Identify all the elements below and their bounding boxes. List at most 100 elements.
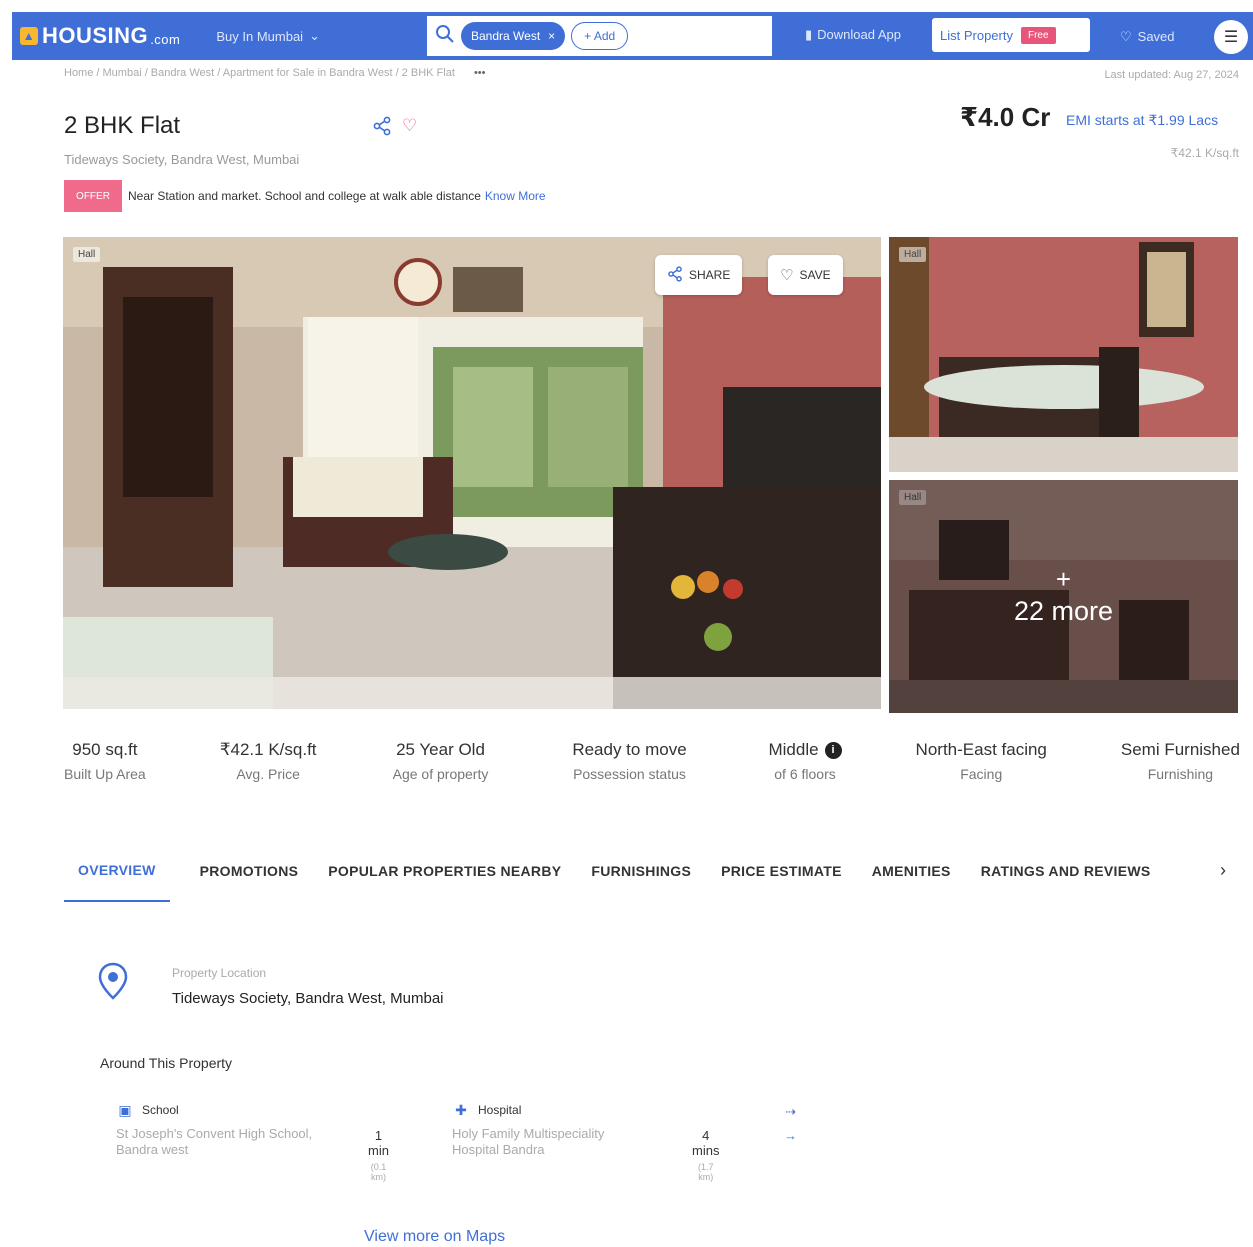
housing-logo[interactable]: ▲ HOUSING .com — [20, 23, 180, 49]
stat-facing: North-East facing Facing — [916, 740, 1047, 784]
heart-icon[interactable]: ♡ — [402, 116, 417, 141]
info-icon[interactable]: i — [824, 741, 842, 759]
around-title: Around This Property — [100, 1055, 233, 1071]
close-icon[interactable]: × — [548, 29, 555, 43]
list-property-label: List Property — [940, 27, 1013, 43]
saved-label: Saved — [1137, 29, 1175, 44]
city-dropdown-label: Buy In Mumbai — [216, 28, 304, 44]
logo-text: HOUSING — [42, 23, 149, 48]
photo-tag: Hall — [73, 247, 101, 262]
saved-link[interactable]: ♡ Saved — [1120, 29, 1175, 45]
stat-built-up-area: 950 sq.ft Built Up Area — [64, 740, 146, 784]
nearby-place-school[interactable]: ▣ School St Joseph's Convent High School… — [116, 1101, 389, 1183]
place-time: 1 min — [368, 1128, 389, 1158]
place-distance: (0.1 km) — [370, 1162, 387, 1182]
place-distance: (1.7 km) — [697, 1162, 714, 1182]
hamburger-menu-icon[interactable]: ☰ — [1214, 20, 1248, 54]
secondary-photo[interactable]: Hall — [889, 237, 1238, 472]
search-box[interactable]: Bandra West × + Add — [427, 16, 772, 56]
stat-label: Avg. Price — [236, 766, 300, 782]
share-icon — [667, 265, 683, 285]
carousel-next-button[interactable]: ⇢ → — [784, 1100, 797, 1148]
more-photos-count: 22 more — [1013, 596, 1114, 626]
stat-label: Age of property — [392, 766, 489, 782]
logo-mark-icon: ▲ — [20, 27, 38, 45]
stat-avg-price: ₹42.1 K/sq.ft Avg. Price — [220, 740, 317, 784]
tab-popular-properties-nearby[interactable]: POPULAR PROPERTIES NEARBY — [328, 861, 575, 901]
photo-share-button[interactable]: SHARE — [655, 255, 743, 295]
offer-text: Near Station and market. School and coll… — [128, 189, 481, 203]
logo-suffix: .com — [150, 31, 181, 47]
stat-label: Furnishing — [1147, 766, 1214, 782]
tab-ratings-and-reviews[interactable]: RATINGS AND REVIEWS — [981, 861, 1165, 901]
tab-promotions[interactable]: PROMOTIONS — [200, 861, 313, 901]
nearby-place-hospital[interactable]: ✚ Hospital Holy Family Multispeciality H… — [452, 1101, 719, 1183]
photo-save-label: SAVE — [799, 268, 831, 282]
search-icon[interactable] — [435, 24, 455, 49]
location-value: Tideways Society, Bandra West, Mumbai — [172, 990, 444, 1007]
stat-value: 25 Year Old — [396, 740, 485, 759]
tab-overview[interactable]: OVERVIEW — [64, 860, 170, 902]
emi-link[interactable]: EMI starts at ₹1.99 Lacs — [1066, 112, 1218, 129]
place-name: Holy Family Multispeciality Hospital Ban… — [452, 1126, 605, 1157]
more-photos-overlay: + 22 more — [889, 480, 1238, 713]
stat-furnishing: Semi Furnished Furnishing — [1121, 740, 1240, 784]
property-highlights: 950 sq.ft Built Up Area ₹42.1 K/sq.ft Av… — [64, 740, 1240, 784]
city-dropdown[interactable]: Buy In Mumbai ⌄ — [216, 28, 320, 44]
school-icon: ▣ — [118, 1101, 132, 1118]
place-name: St Joseph's Convent High School, Bandra … — [116, 1126, 313, 1157]
stat-value: Middle — [768, 740, 819, 759]
stat-value: Ready to move — [572, 740, 687, 759]
phone-icon: ▮ — [805, 27, 813, 42]
directions-icon: ⇢ — [785, 1104, 796, 1119]
offer-banner: OFFER Near Station and market. School an… — [64, 180, 546, 212]
stat-value: ₹42.1 K/sq.ft — [219, 740, 317, 759]
more-dots-icon[interactable]: ••• — [474, 67, 486, 79]
stat-label: Built Up Area — [64, 766, 146, 782]
place-category: Hospital — [478, 1103, 522, 1117]
stat-value: 950 sq.ft — [72, 740, 138, 759]
breadcrumb[interactable]: Home / Mumbai / Bandra West / Apartment … — [64, 67, 486, 79]
arrow-right-icon: → — [784, 1128, 797, 1143]
tab-price-estimate[interactable]: PRICE ESTIMATE — [721, 861, 856, 901]
last-updated: Last updated: Aug 27, 2024 — [1104, 69, 1239, 81]
place-time: 4 mins — [692, 1128, 720, 1158]
stat-label: of 6 floors — [774, 766, 836, 782]
share-icon[interactable] — [372, 116, 392, 141]
heart-outline-icon: ♡ — [780, 267, 794, 284]
stat-label: Possession status — [573, 766, 686, 782]
photo-save-button[interactable]: ♡ SAVE — [768, 255, 843, 295]
chevron-right-icon[interactable]: › — [1220, 860, 1226, 881]
property-subtitle: Tideways Society, Bandra West, Mumbai — [64, 152, 300, 167]
stat-value: Semi Furnished — [1120, 740, 1240, 759]
photo-share-label: SHARE — [689, 268, 731, 282]
hospital-icon: ✚ — [455, 1101, 467, 1118]
property-price: ₹4.0 Cr — [960, 102, 1051, 132]
living-room-image — [63, 237, 881, 709]
download-app-link[interactable]: ▮ Download App — [805, 27, 901, 43]
locality-chip-label: Bandra West — [471, 29, 541, 43]
stat-age: 25 Year Old Age of property — [391, 740, 491, 784]
stat-value: North-East facing — [915, 740, 1047, 759]
tab-furnishings[interactable]: FURNISHINGS — [591, 861, 705, 901]
tab-amenities[interactable]: AMENITIES — [872, 861, 965, 901]
add-locality-button[interactable]: + Add — [571, 22, 629, 50]
offer-badge: OFFER — [64, 180, 122, 212]
title-actions: ♡ — [372, 116, 417, 141]
more-photos-tile[interactable]: Hall + 22 more — [889, 480, 1238, 713]
stat-label: Facing — [960, 766, 1003, 782]
download-app-label: Download App — [817, 27, 901, 42]
section-tabs: OVERVIEW PROMOTIONS POPULAR PROPERTIES N… — [64, 860, 1240, 902]
page-title: 2 BHK Flat — [64, 112, 181, 139]
top-navigation-bar: ▲ HOUSING .com Buy In Mumbai ⌄ Bandra We… — [12, 12, 1253, 60]
place-category: School — [142, 1103, 179, 1117]
location-label: Property Location — [172, 966, 267, 980]
know-more-link[interactable]: Know More — [485, 189, 546, 203]
breadcrumb-text: Home / Mumbai / Bandra West / Apartment … — [64, 67, 455, 79]
view-more-on-maps-link[interactable]: View more on Maps — [364, 1228, 505, 1246]
locality-chip[interactable]: Bandra West × — [461, 22, 566, 50]
main-photo[interactable]: Hall SHARE ♡ SAVE — [63, 237, 881, 709]
stat-possession: Ready to move Possession status — [564, 740, 694, 784]
list-property-button[interactable]: List Property Free — [932, 18, 1090, 52]
location-pin-icon — [98, 962, 128, 1000]
